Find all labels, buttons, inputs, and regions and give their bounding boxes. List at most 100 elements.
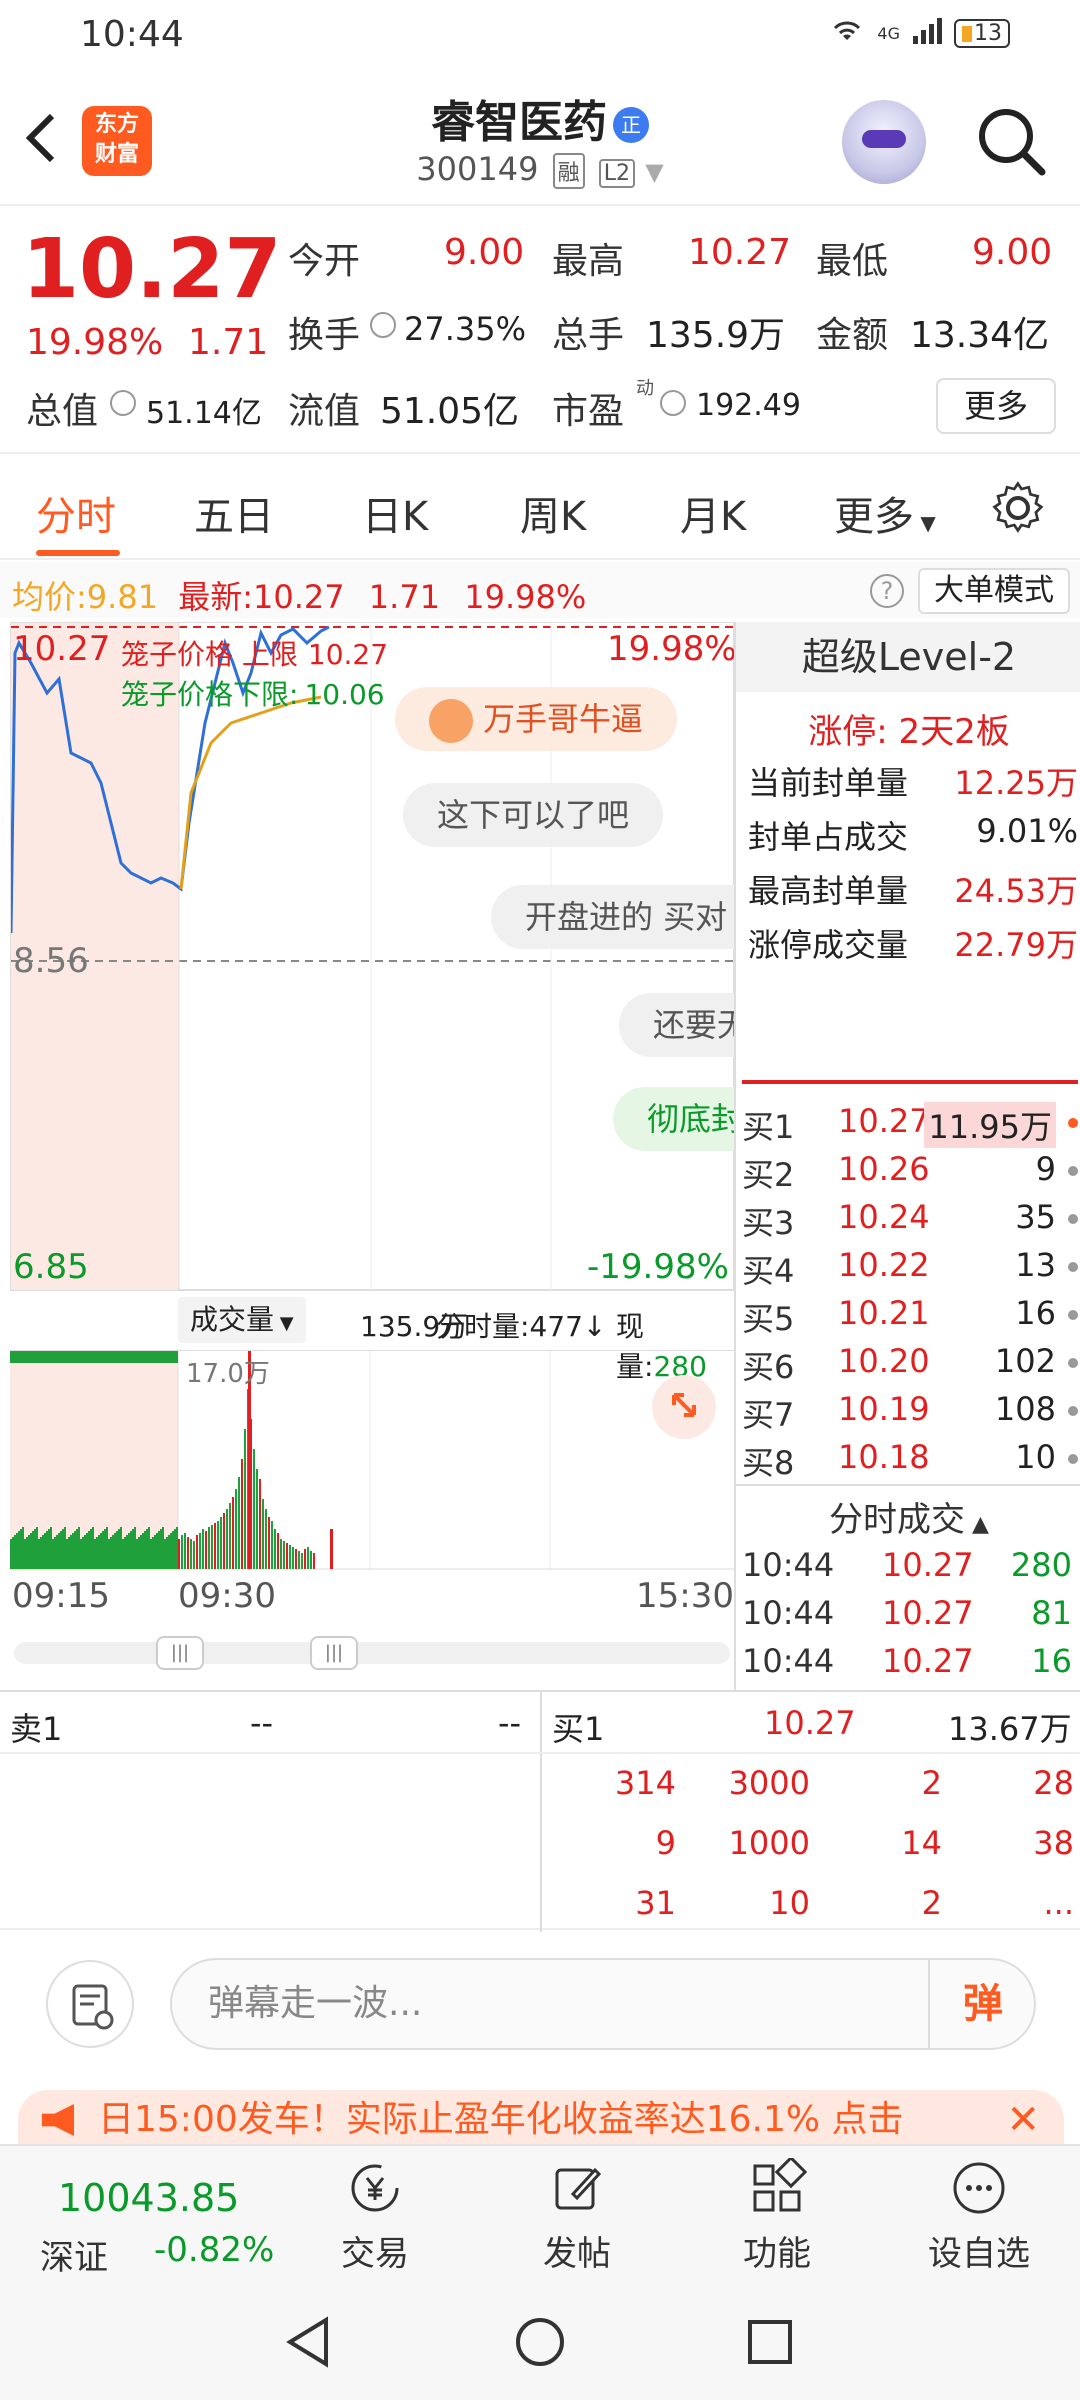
expand-icon[interactable] bbox=[652, 1375, 716, 1439]
nav-back-icon[interactable] bbox=[280, 2312, 340, 2372]
book-divider bbox=[0, 1752, 1080, 1754]
volume-bar bbox=[181, 1535, 183, 1569]
index-ticker[interactable]: 10043.85 深证 -0.82% bbox=[0, 2146, 290, 2286]
volume-bar bbox=[16, 1533, 18, 1569]
danmu-send-button[interactable]: 弹 bbox=[928, 1958, 1036, 2050]
volume-bar bbox=[295, 1549, 297, 1569]
volume-bar bbox=[76, 1529, 78, 1569]
tab-more[interactable]: 更多 ▼ bbox=[834, 484, 936, 542]
volume-bar bbox=[256, 1469, 258, 1569]
info-dots-icon[interactable] bbox=[110, 390, 136, 416]
nav-home-icon[interactable] bbox=[510, 2312, 570, 2372]
nav-recents-icon[interactable] bbox=[740, 2312, 800, 2372]
minute-volume: 分时量:477↓ bbox=[436, 1310, 607, 1343]
bid-row[interactable]: 买7 10.19 108 bbox=[742, 1390, 1078, 1436]
volume-bar bbox=[38, 1539, 40, 1569]
volume-bar bbox=[238, 1477, 240, 1569]
more-dots-icon bbox=[953, 2162, 1005, 2214]
promo-banner[interactable]: 日15:00发车！实际止盈年化收益率达16.1% 点击 ✕ bbox=[18, 2090, 1064, 2150]
chart-settings-button[interactable] bbox=[990, 480, 1046, 536]
volume-bar bbox=[108, 1539, 110, 1569]
danmu-bubble: 这下可以了吧 bbox=[403, 783, 664, 847]
volume-header: 成交量 ▼ 135.9万 分时量:477↓ 现量:280 bbox=[10, 1290, 734, 1383]
volume-bar bbox=[14, 1535, 16, 1569]
order-queue-panel: 卖1 -- -- 买1 10.27 13.67万 314 3000 2 28 9… bbox=[0, 1690, 1080, 1932]
battery-icon: 13 bbox=[954, 19, 1010, 48]
volume-bar bbox=[298, 1551, 300, 1569]
tab-monthly-k[interactable]: 月K bbox=[680, 484, 746, 542]
volume-bar bbox=[176, 1527, 178, 1569]
danmu-bubble: 开盘进的 买对 bbox=[491, 885, 735, 949]
promo-text: 日15:00发车！实际止盈年化收益率达16.1% 点击 bbox=[98, 2099, 904, 2140]
trade-row: 10:44 10.27 16 bbox=[742, 1642, 1072, 1680]
nav-add-watchlist[interactable]: 设自选 bbox=[904, 2158, 1054, 2275]
bid-row[interactable]: 买2 10.26 9 bbox=[742, 1150, 1078, 1196]
volume-bar bbox=[184, 1533, 186, 1569]
volume-bar bbox=[262, 1499, 264, 1569]
big-order-mode-button[interactable]: 大单模式 bbox=[918, 568, 1070, 614]
assistant-robot-icon[interactable] bbox=[842, 100, 926, 184]
close-icon[interactable]: ✕ bbox=[1006, 2090, 1040, 2150]
bid-row[interactable]: 买3 10.24 35 bbox=[742, 1198, 1078, 1244]
danmu-input[interactable]: 弹幕走一波... bbox=[170, 1958, 1036, 2050]
volume-bar bbox=[289, 1545, 291, 1569]
name-badge: 正 bbox=[613, 107, 649, 143]
notes-button[interactable] bbox=[46, 1960, 134, 2048]
l2-divider bbox=[742, 1080, 1078, 1084]
margin-tag: 融 bbox=[552, 153, 585, 189]
range-handle-right[interactable]: ||| bbox=[310, 1636, 358, 1670]
volume-bar bbox=[144, 1531, 146, 1569]
info-dots-icon[interactable] bbox=[370, 312, 396, 338]
quote-panel: 10.27 19.98% 1.71 今开 9.00 最高 10.27 最低 9.… bbox=[0, 206, 1080, 454]
tab-weekly-k[interactable]: 周K bbox=[520, 484, 586, 542]
index-value: 10043.85 bbox=[58, 2176, 240, 2220]
bid-row[interactable]: 买6 10.20 102 bbox=[742, 1342, 1078, 1388]
volume-bar bbox=[158, 1531, 160, 1569]
info-dots-icon[interactable] bbox=[660, 390, 686, 416]
volume-bar bbox=[229, 1503, 231, 1569]
cage-lower-label: 笼子价格下限: 10.06 bbox=[121, 678, 385, 711]
bid-row[interactable]: 买5 10.21 16 bbox=[742, 1294, 1078, 1340]
help-icon[interactable]: ? bbox=[870, 574, 904, 608]
volume-bar bbox=[208, 1527, 210, 1569]
nav-post[interactable]: 发帖 bbox=[502, 2158, 652, 2275]
nav-functions[interactable]: 功能 bbox=[702, 2158, 852, 2275]
tab-intraday[interactable]: 分时 bbox=[36, 484, 116, 542]
bid-row[interactable]: 买8 10.18 10 bbox=[742, 1438, 1078, 1484]
volume-bar bbox=[20, 1529, 22, 1569]
more-button[interactable]: 更多 bbox=[936, 378, 1056, 434]
level2-title[interactable]: 超级Level-2 bbox=[736, 622, 1080, 692]
tab-five-day[interactable]: 五日 bbox=[194, 484, 274, 542]
system-nav-bar bbox=[0, 2284, 1080, 2400]
tab-daily-k[interactable]: 日K bbox=[362, 484, 428, 542]
nav-trade[interactable]: 交易 bbox=[300, 2158, 450, 2275]
trades-title[interactable]: 分时成交 ▲ bbox=[736, 1492, 1080, 1541]
bid-row[interactable]: 买1 10.27 11.95万 bbox=[742, 1102, 1078, 1148]
chevron-up-icon: ▲ bbox=[965, 1512, 989, 1537]
volume-bar bbox=[118, 1529, 120, 1569]
signal-label: 4G bbox=[877, 24, 900, 43]
header: 东方 财富 睿智医药正 300149 融 L2 ▼ bbox=[0, 76, 1080, 206]
volume-bar bbox=[40, 1537, 42, 1569]
volume-bar bbox=[152, 1537, 154, 1569]
volume-bar bbox=[190, 1539, 192, 1569]
danmu-bubble: 彻底封 bbox=[613, 1087, 735, 1151]
volume-bar bbox=[78, 1527, 80, 1569]
l2-divider bbox=[736, 1484, 1080, 1486]
search-button[interactable] bbox=[972, 102, 1052, 182]
volume-bar bbox=[313, 1553, 315, 1569]
time-range-track[interactable] bbox=[14, 1642, 730, 1664]
volume-chart[interactable]: 17.0万 bbox=[10, 1350, 734, 1571]
range-handle-left[interactable]: ||| bbox=[156, 1636, 204, 1670]
volume-bar bbox=[74, 1531, 76, 1569]
volume-bar bbox=[50, 1527, 52, 1569]
bid-row[interactable]: 买4 10.22 13 bbox=[742, 1246, 1078, 1292]
volume-dropdown[interactable]: 成交量 ▼ bbox=[178, 1297, 306, 1343]
sell1-qty: -- bbox=[498, 1704, 522, 1742]
intraday-chart[interactable]: 10.27 19.98% 8.56 6.85 -19.98% 笼子价格 上限 10… bbox=[10, 622, 737, 1291]
volume-bar bbox=[12, 1537, 14, 1569]
float-value: 51.05亿 bbox=[380, 391, 520, 432]
stock-code: 300149 bbox=[416, 150, 539, 188]
l2-stat-row: 封单占成交 9.01% bbox=[748, 812, 1078, 856]
search-icon bbox=[979, 109, 1046, 176]
